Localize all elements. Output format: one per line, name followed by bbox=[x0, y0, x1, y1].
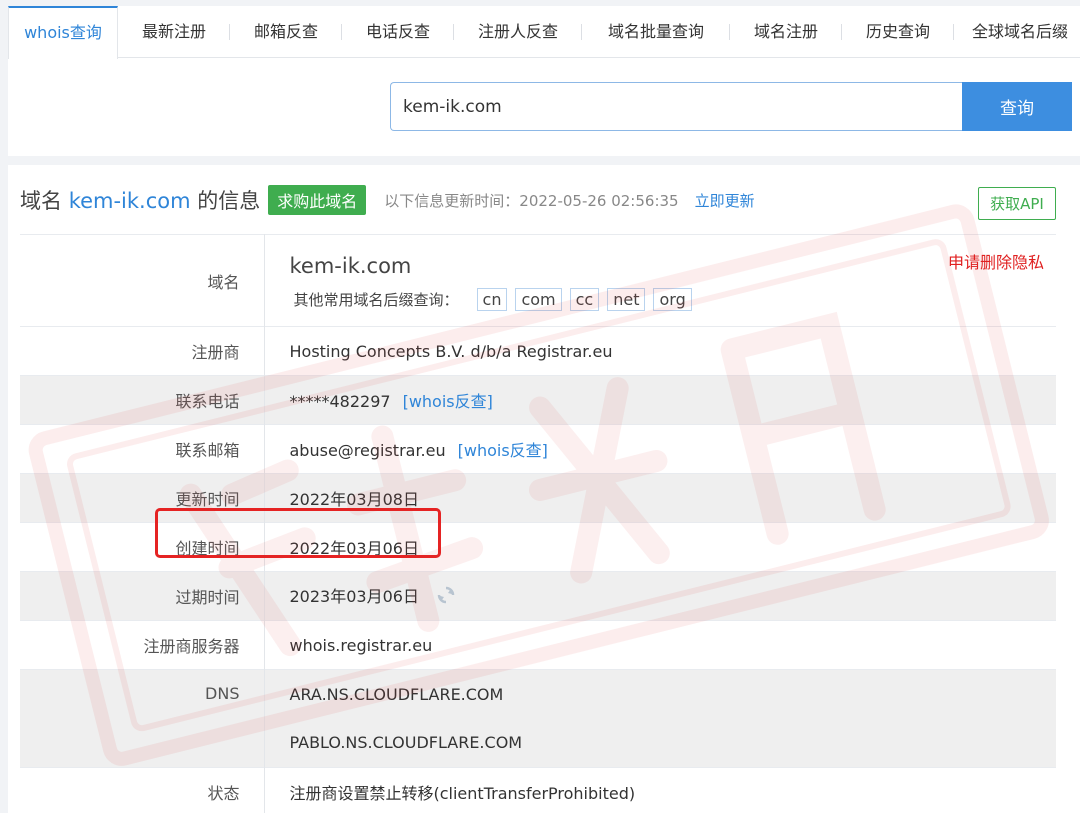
title-suffix: 的信息 bbox=[197, 189, 261, 213]
table-row: 联系电话 *****482297 [whois反查] bbox=[20, 375, 1056, 425]
suffix-cc[interactable]: cc bbox=[569, 288, 600, 311]
tab-phone-reverse[interactable]: 电话反查 bbox=[342, 6, 454, 58]
highlight-box bbox=[155, 508, 441, 558]
update-time-text: 以下信息更新时间：2022-05-26 02:56:35 bbox=[384, 191, 679, 210]
suffix-prompt: 其他常用域名后缀查询： bbox=[293, 291, 459, 309]
row-value: ARA.NS.CLOUDFLARE.COM PABLO.NS.CLOUDFLAR… bbox=[264, 670, 1056, 768]
table-row: 联系邮箱 abuse@registrar.eu [whois反查] bbox=[20, 424, 1056, 474]
dns-server-1: ARA.NS.CLOUDFLARE.COM bbox=[289, 684, 504, 704]
suffix-net[interactable]: net bbox=[607, 288, 646, 311]
whois-info-panel: 域名 kem-ik.com 的信息 求购此域名 以下信息更新时间：2022-05… bbox=[8, 165, 1080, 813]
row-label: 注册商服务器 bbox=[20, 620, 265, 670]
row-value: abuse@registrar.eu [whois反查] bbox=[264, 425, 1056, 474]
tab-label: 域名注册 bbox=[753, 22, 818, 41]
search-panel: whois查询 最新注册 邮箱反查 电话反查 注册人反查 域名批量查询 域名注册… bbox=[8, 6, 1080, 156]
phone-whois-reverse-link[interactable]: [whois反查] bbox=[403, 392, 493, 411]
row-value: kem-ik.com 其他常用域名后缀查询： cn com cc net org… bbox=[264, 235, 1056, 327]
tab-label: 历史查询 bbox=[865, 22, 930, 41]
suffix-org[interactable]: org bbox=[653, 288, 692, 311]
tab-label: 全球域名后缀 bbox=[972, 22, 1069, 41]
row-label: 联系邮箱 bbox=[20, 424, 265, 474]
email-value: abuse@registrar.eu bbox=[289, 441, 446, 460]
domain-search-input[interactable] bbox=[390, 82, 962, 131]
get-api-button[interactable]: 获取API bbox=[978, 187, 1056, 220]
suffix-com[interactable]: com bbox=[515, 288, 562, 311]
title-domain: kem-ik.com bbox=[68, 189, 191, 213]
table-row: 状态 注册商设置禁止转移(clientTransferProhibited) bbox=[20, 767, 1056, 813]
nav-tabs: whois查询 最新注册 邮箱反查 电话反查 注册人反查 域名批量查询 域名注册… bbox=[8, 6, 1080, 59]
search-bar: 查询 bbox=[390, 82, 1080, 131]
email-whois-reverse-link[interactable]: [whois反查] bbox=[458, 441, 548, 460]
row-label: 注册商 bbox=[20, 326, 265, 376]
row-value: 2023年03月06日 bbox=[264, 572, 1056, 621]
row-label: 联系电话 bbox=[20, 375, 265, 425]
row-label: DNS bbox=[20, 669, 265, 768]
expires-value: 2023年03月06日 bbox=[289, 586, 419, 606]
tab-global-suffix[interactable]: 全球域名后缀 bbox=[954, 6, 1080, 58]
row-label: 域名 bbox=[20, 234, 265, 327]
suffix-query-line: 其他常用域名后缀查询： cn com cc net org bbox=[290, 288, 1057, 311]
title-prefix: 域名 bbox=[20, 189, 62, 213]
tab-label: 电话反查 bbox=[365, 22, 430, 41]
table-row: 注册商服务器 whois.registrar.eu bbox=[20, 620, 1056, 670]
server-value: whois.registrar.eu bbox=[289, 635, 433, 655]
buy-domain-button[interactable]: 求购此域名 bbox=[268, 185, 367, 215]
phone-value: *****482297 bbox=[289, 392, 391, 411]
tab-registrant-reverse[interactable]: 注册人反查 bbox=[454, 6, 582, 58]
refresh-icon[interactable] bbox=[436, 585, 456, 609]
status-value: 注册商设置禁止转移(clientTransferProhibited) bbox=[289, 784, 636, 804]
dns-server-2: PABLO.NS.CLOUDFLARE.COM bbox=[289, 732, 523, 752]
row-label: 过期时间 bbox=[20, 571, 265, 621]
tab-latest-registered[interactable]: 最新注册 bbox=[118, 6, 230, 58]
row-value: *****482297 [whois反查] bbox=[264, 376, 1056, 425]
tab-label: 邮箱反查 bbox=[253, 22, 318, 41]
tab-label: 最新注册 bbox=[141, 22, 206, 41]
suffix-cn[interactable]: cn bbox=[476, 288, 508, 311]
query-button[interactable]: 查询 bbox=[962, 82, 1072, 131]
row-label: 状态 bbox=[20, 767, 265, 813]
info-header: 域名 kem-ik.com 的信息 求购此域名 以下信息更新时间：2022-05… bbox=[20, 183, 755, 217]
privacy-removal-link[interactable]: 申请删除隐私 bbox=[948, 249, 1044, 273]
update-now-link[interactable]: 立即更新 bbox=[695, 190, 755, 211]
tab-bulk-query[interactable]: 域名批量查询 bbox=[582, 6, 730, 58]
registrar-value: Hosting Concepts B.V. d/b/a Registrar.eu bbox=[289, 341, 613, 361]
tab-email-reverse[interactable]: 邮箱反查 bbox=[230, 6, 342, 58]
tab-label: whois查询 bbox=[24, 23, 102, 42]
domain-value: kem-ik.com bbox=[289, 254, 412, 278]
tab-label: 注册人反查 bbox=[477, 22, 558, 41]
tab-label: 域名批量查询 bbox=[607, 22, 704, 41]
page-title: 域名 kem-ik.com 的信息 bbox=[20, 185, 260, 215]
tab-history[interactable]: 历史查询 bbox=[842, 6, 954, 58]
table-row: 过期时间 2023年03月06日 bbox=[20, 571, 1056, 621]
tab-domain-register[interactable]: 域名注册 bbox=[730, 6, 842, 58]
tab-whois[interactable]: whois查询 bbox=[8, 6, 118, 59]
table-row: DNS ARA.NS.CLOUDFLARE.COM PABLO.NS.CLOUD… bbox=[20, 669, 1056, 768]
table-row: 注册商 Hosting Concepts B.V. d/b/a Registra… bbox=[20, 326, 1056, 376]
table-row: 域名 kem-ik.com 其他常用域名后缀查询： cn com cc net … bbox=[20, 234, 1056, 327]
